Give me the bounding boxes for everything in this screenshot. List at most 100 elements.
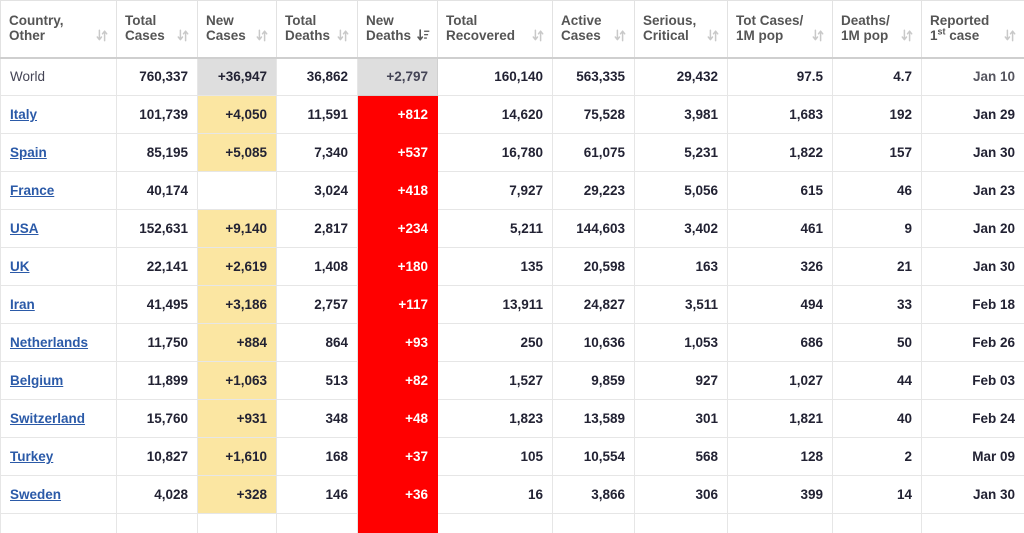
column-header-label-line2: Cases <box>125 27 165 43</box>
cell-total_cases: 22,141 <box>116 247 198 286</box>
column-header-active_cases[interactable]: Active Cases <box>552 0 635 59</box>
cell-deaths_per_1m: 157 <box>832 133 922 172</box>
country-link[interactable]: Netherlands <box>10 335 88 350</box>
cell-country-name: Italy <box>0 95 117 134</box>
cell-cases_per_1m: 1,821 <box>727 399 833 438</box>
cell-new_cases: +884 <box>197 323 277 362</box>
cell-new_deaths: +2,797 <box>357 57 438 96</box>
country-link[interactable]: France <box>10 183 54 198</box>
cell-cases_per_1m: 1,822 <box>727 133 833 172</box>
cell-new_deaths: +37 <box>357 437 438 476</box>
table-row <box>0 513 1024 533</box>
column-header-inner: Active Cases <box>561 13 626 43</box>
cell-new_deaths: +82 <box>357 361 438 400</box>
cell-deaths_per_1m: 40 <box>832 399 922 438</box>
column-header-label-line1: Country, <box>9 12 64 28</box>
cell-total_cases: 85,195 <box>116 133 198 172</box>
column-header-serious_critical[interactable]: Serious, Critical <box>634 0 728 59</box>
cell-country-name: Iran <box>0 285 117 324</box>
cell-serious_critical: 29,432 <box>634 57 728 96</box>
cell-serious_critical: 568 <box>634 437 728 476</box>
cell-serious_critical: 306 <box>634 475 728 514</box>
column-header-country[interactable]: Country, Other <box>0 0 117 59</box>
column-header-label-line1: Active <box>561 12 602 28</box>
country-link[interactable]: Switzerland <box>10 411 85 426</box>
country-link[interactable]: Spain <box>10 145 47 160</box>
country-link[interactable]: Iran <box>10 297 35 312</box>
cell-total_cases: 41,495 <box>116 285 198 324</box>
cell-reported_first <box>921 513 1024 533</box>
cell-active_cases: 24,827 <box>552 285 635 324</box>
cell-total_deaths: 3,024 <box>276 171 358 210</box>
cell-new_cases: +36,947 <box>197 57 277 96</box>
column-header-label-line1: Tot Cases/ <box>736 12 804 28</box>
column-header-label-line2: Cases <box>561 27 601 43</box>
cell-active_cases: 10,554 <box>552 437 635 476</box>
sort-both-icon <box>614 29 626 42</box>
cell-active_cases: 9,859 <box>552 361 635 400</box>
cell-country-name: Spain <box>0 133 117 172</box>
table-row: Italy 101,739 +4,050 11,591 +812 14,620 75,528… <box>0 95 1024 134</box>
cell-total_deaths: 2,817 <box>276 209 358 248</box>
country-link[interactable]: USA <box>10 221 39 236</box>
table-row: Netherlands 11,750 +884 864 +93 250 10,636 1,05… <box>0 323 1024 362</box>
cell-deaths_per_1m: 44 <box>832 361 922 400</box>
sort-both-icon <box>256 29 268 42</box>
cell-total_deaths: 2,757 <box>276 285 358 324</box>
column-header-label-line2: 1st case <box>930 27 998 43</box>
table-body: World 760,337 +36,947 36,862 +2,797 160,140 56… <box>0 57 1024 533</box>
sort-both-icon <box>532 29 544 42</box>
cell-total_recovered: 7,927 <box>437 171 553 210</box>
cell-total_recovered: 1,527 <box>437 361 553 400</box>
cell-new_cases: +9,140 <box>197 209 277 248</box>
column-header-new_deaths[interactable]: New Deaths <box>357 0 438 59</box>
cell-new_cases: +931 <box>197 399 277 438</box>
column-header-total_cases[interactable]: Total Cases <box>116 0 198 59</box>
cell-reported_first: Jan 30 <box>921 247 1024 286</box>
country-link[interactable]: Belgium <box>10 373 63 388</box>
sort-both-icon <box>1004 29 1016 42</box>
cell-new_cases: +1,610 <box>197 437 277 476</box>
cell-new_deaths <box>357 513 438 533</box>
column-header-total_recovered[interactable]: Total Recovered <box>437 0 553 59</box>
table-row: Spain 85,195 +5,085 7,340 +537 16,780 61,075 5,… <box>0 133 1024 172</box>
ordinal-number: 1 <box>930 27 938 43</box>
cell-total_deaths: 348 <box>276 399 358 438</box>
country-statistics-table: Country, Other Total Cases New Cases Total Deat… <box>0 0 1024 533</box>
column-header-reported_first[interactable]: Reported 1st case <box>921 0 1024 59</box>
cell-serious_critical <box>634 513 728 533</box>
column-header-label-line2: Other <box>9 27 46 43</box>
cell-new_deaths: +234 <box>357 209 438 248</box>
cell-total_cases: 101,739 <box>116 95 198 134</box>
cell-cases_per_1m: 494 <box>727 285 833 324</box>
cell-deaths_per_1m: 21 <box>832 247 922 286</box>
cell-total_recovered: 1,823 <box>437 399 553 438</box>
cell-total_cases: 11,899 <box>116 361 198 400</box>
country-link[interactable]: Turkey <box>10 449 53 464</box>
country-link[interactable]: Italy <box>10 107 37 122</box>
column-header-total_deaths[interactable]: Total Deaths <box>276 0 358 59</box>
column-header-label-line1: Deaths/ <box>841 12 890 28</box>
cell-serious_critical: 1,053 <box>634 323 728 362</box>
cell-new_cases: +3,186 <box>197 285 277 324</box>
country-link[interactable]: UK <box>10 259 30 274</box>
sort-both-icon <box>901 29 913 42</box>
cell-serious_critical: 3,402 <box>634 209 728 248</box>
column-header-deaths_per_1m[interactable]: Deaths/1M pop <box>832 0 922 59</box>
cell-cases_per_1m <box>727 513 833 533</box>
column-header-new_cases[interactable]: New Cases <box>197 0 277 59</box>
column-header-cases_per_1m[interactable]: Tot Cases/1M pop <box>727 0 833 59</box>
cell-reported_first: Jan 23 <box>921 171 1024 210</box>
cell-serious_critical: 5,231 <box>634 133 728 172</box>
column-header-label-line2: Deaths <box>285 27 331 43</box>
cell-total_cases: 11,750 <box>116 323 198 362</box>
table-row: Iran 41,495 +3,186 2,757 +117 13,911 24,827 3,5… <box>0 285 1024 324</box>
country-link[interactable]: Sweden <box>10 487 61 502</box>
cell-total_cases: 10,827 <box>116 437 198 476</box>
sort-both-icon <box>707 29 719 42</box>
cell-country-name: World <box>0 57 117 96</box>
column-header-label-line2: 1M pop <box>736 27 784 43</box>
cell-reported_first: Jan 30 <box>921 475 1024 514</box>
cell-cases_per_1m: 128 <box>727 437 833 476</box>
cell-deaths_per_1m <box>832 513 922 533</box>
